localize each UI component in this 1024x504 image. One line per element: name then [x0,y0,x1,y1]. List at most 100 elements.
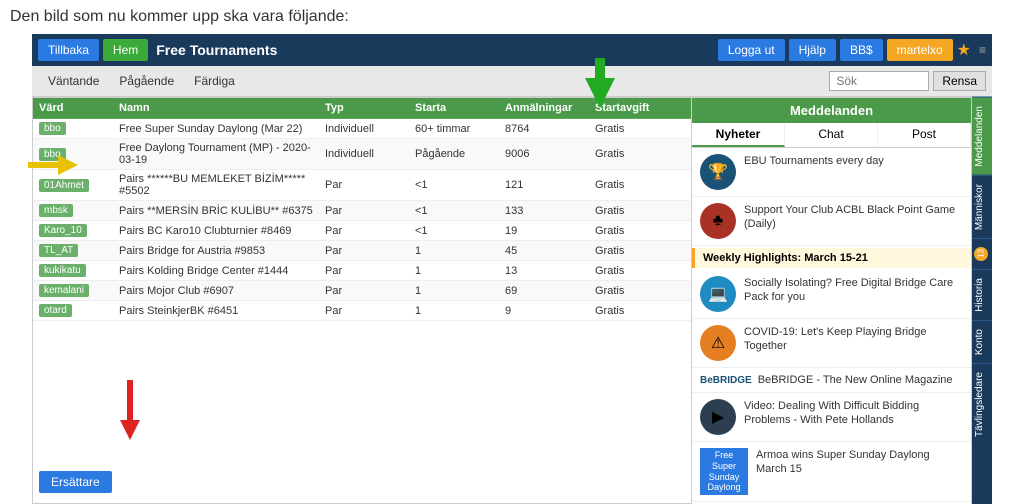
bebridge-logo: BeBRIDGE [700,375,752,386]
sidebar-vtab-meddelanden[interactable]: Meddelanden [972,97,992,175]
fee-cell: Gratis [595,148,685,160]
bars-icon[interactable]: ≡ [979,43,986,57]
type-cell: Par [325,265,415,277]
reg-cell: 8764 [505,123,595,135]
news-item[interactable]: ⚠ COVID-19: Let's Keep Playing Bridge Tog… [692,319,971,368]
news-text: Video: Dealing With Difficult Bidding Pr… [744,399,963,428]
tab-chat[interactable]: Chat [785,123,878,147]
news-item[interactable]: ▶Video: Dealing With Difficult Bidding P… [692,393,971,442]
red-arrow-icon [120,380,140,440]
tab-ongoing[interactable]: Pågående [109,70,184,92]
help-button[interactable]: Hjälp [789,39,836,61]
host-cell: kukikatu [39,264,119,277]
reg-cell: 13 [505,265,595,277]
type-cell: Par [325,225,415,237]
start-cell: <1 [415,205,505,217]
sidebar-vtab-människor[interactable]: Människor [972,175,992,238]
type-cell: Par [325,245,415,257]
bbs-button[interactable]: BB$ [840,39,883,61]
host-cell: kemalani [39,284,119,297]
bebridge-text: BeBRIDGE - The New Online Magazine [758,374,953,386]
table-row[interactable]: TL_AT Pairs Bridge for Austria #9853 Par… [33,241,691,261]
type-cell: Par [325,205,415,217]
start-cell: <1 [415,179,505,191]
news-icon: 💻 [700,276,736,312]
host-cell: 01Ahmet [39,179,119,192]
name-cell: Pairs Bridge for Austria #9853 [119,245,325,257]
name-cell: Pairs Kolding Bridge Center #1444 [119,265,325,277]
table-row[interactable]: Karo_10 Pairs BC Karo10 Clubturnier #846… [33,221,691,241]
start-cell: 1 [415,305,505,317]
weekly-highlights: Weekly Highlights: March 15-21 [692,248,971,268]
nav-right: Logga ut Hjälp BB$ martelxo ★ ≡ [718,39,986,61]
news-text: EBU Tournaments every day [744,154,884,168]
reg-cell: 19 [505,225,595,237]
badge-icon: Free Super Sunday Daylong [700,448,748,495]
news-item[interactable]: 💻 Socially Isolating? Free Digital Bridge… [692,270,971,319]
col-type: Typ [325,102,415,114]
table-row[interactable]: 01Ahmet Pairs ******BU MEMLEKET BİZİM***… [33,170,691,201]
name-cell: Pairs SteinkjerBK #6451 [119,305,325,317]
col-name: Namn [119,102,325,114]
table-row[interactable]: otard Pairs SteinkjerBK #6451 Par 1 9 Gr… [33,301,691,321]
name-cell: Free Super Sunday Daylong (Mar 22) [119,123,325,135]
search-bar: Väntande Pågående Färdiga Rensa [32,66,992,97]
col-start: Starta [415,102,505,114]
user-button[interactable]: martelxo [887,39,953,61]
type-cell: Par [325,285,415,297]
nav-bar: Tillbaka Hem Free Tournaments Logga ut H… [32,34,992,66]
fee-cell: Gratis [595,205,685,217]
home-button[interactable]: Hem [103,39,148,61]
table-row[interactable]: mbsk Pairs **MERSİN BRİC KULİBU** #6375 … [33,201,691,221]
reg-cell: 121 [505,179,595,191]
news-icon: 🏆 [700,154,736,190]
bebridge-item[interactable]: BeBRIDGE BeBRIDGE - The New Online Magazi… [692,368,971,393]
table-row[interactable]: kukikatu Pairs Kolding Bridge Center #14… [33,261,691,281]
name-cell: Pairs ******BU MEMLEKET BİZİM***** #5502 [119,173,325,197]
reg-cell: 9006 [505,148,595,160]
tab-news[interactable]: Nyheter [692,123,785,147]
tab-finished[interactable]: Färdiga [184,70,245,92]
table-row[interactable]: bbo Free Super Sunday Daylong (Mar 22) I… [33,119,691,139]
content-area: Värd Namn Typ Starta Anmälningar Startav… [32,97,992,504]
news-text: Socially Isolating? Free Digital Bridge … [744,276,963,305]
news-item[interactable]: ♣Support Your Club ACBL Black Point Game… [692,197,971,246]
logout-button[interactable]: Logga ut [718,39,785,61]
sidebar-vtab-tävlingsledare[interactable]: Tävlingsledare [972,363,992,445]
search-input[interactable] [829,71,929,91]
news-text: Armoa wins Super Sunday Daylong March 15 [756,448,963,477]
name-cell: Pairs Mojor Club #6907 [119,285,325,297]
right-tabs: Nyheter Chat Post [692,123,971,148]
host-cell: mbsk [39,204,119,217]
start-cell: 1 [415,285,505,297]
replace-button[interactable]: Ersättare [39,471,112,493]
fee-cell: Gratis [595,179,685,191]
instruction-text: Den bild som nu kommer upp ska vara följ… [10,8,1014,26]
tab-post[interactable]: Post [878,123,971,147]
table-row[interactable]: bbo Free Daylong Tournament (MP) - 2020-… [33,139,691,170]
news-icon: ⚠ [700,325,736,361]
fee-cell: Gratis [595,305,685,317]
reset-button[interactable]: Rensa [933,71,986,91]
type-cell: Individuell [325,148,415,160]
news-text: COVID-19: Let's Keep Playing Bridge Toge… [744,325,963,354]
back-button[interactable]: Tillbaka [38,39,99,61]
news-item[interactable]: Free Super Sunday Daylong Armoa wins Supe… [692,442,971,502]
sidebar-vtab-historia[interactable]: Historia [972,269,992,320]
nav-title: Free Tournaments [156,42,277,58]
tab-waiting[interactable]: Väntande [38,70,109,92]
star-icon[interactable]: ★ [957,40,971,60]
name-cell: Free Daylong Tournament (MP) - 2020-03-1… [119,142,325,166]
sidebar-vtab-13[interactable]: 13 [972,238,992,269]
reg-cell: 69 [505,285,595,297]
name-cell: Pairs **MERSİN BRİC KULİBU** #6375 [119,205,325,217]
sidebar-vtab-konto[interactable]: Konto [972,320,992,363]
start-cell: 60+ timmar [415,123,505,135]
right-panel: Meddelanden Nyheter Chat Post 🏆EBU Tourn… [692,97,972,504]
table-row[interactable]: kemalani Pairs Mojor Club #6907 Par 1 69… [33,281,691,301]
badge-number: 13 [974,247,988,261]
type-cell: Par [325,305,415,317]
fee-cell: Gratis [595,265,685,277]
news-item[interactable]: 🏆 EBU Tournaments every day [692,148,971,197]
host-cell: bbo [39,122,119,135]
